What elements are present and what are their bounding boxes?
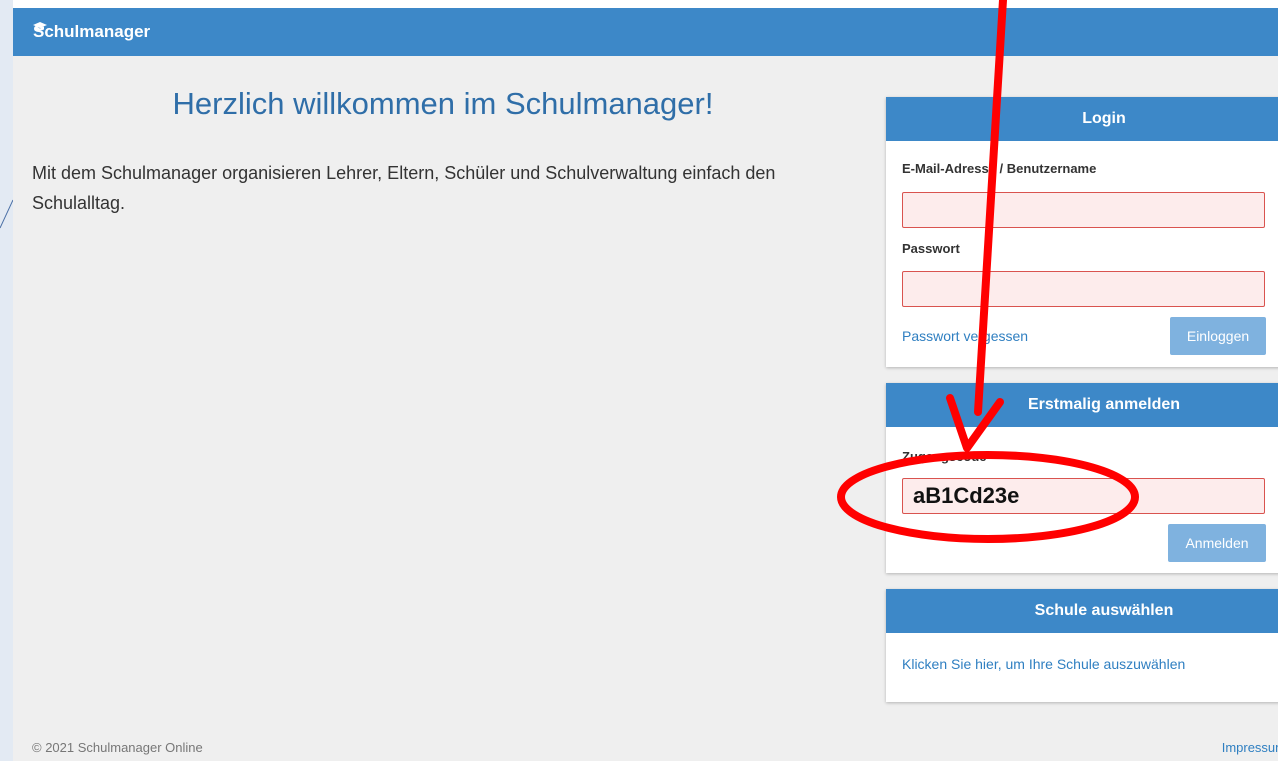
page-title: Herzlich willkommen im Schulmanager! xyxy=(172,86,714,121)
login-button[interactable]: Einloggen xyxy=(1170,317,1266,355)
brand-logo[interactable]: Schulmanager xyxy=(33,20,150,44)
welcome-text: Mit dem Schulmanager organisieren Lehrer… xyxy=(32,163,776,213)
app-window: Schulmanager Herzlich willkommen im Schu… xyxy=(13,8,1278,761)
left-strip xyxy=(0,0,13,761)
select-school-link[interactable]: Klicken Sie hier, um Ihre Schule auszuwä… xyxy=(902,656,1185,672)
access-code-label: Zugangscode xyxy=(902,449,987,464)
login-panel-header: Login xyxy=(886,97,1278,141)
school-select-panel-header: Schule auswählen xyxy=(886,589,1278,633)
navbar: Schulmanager xyxy=(13,8,1278,56)
decorative-line xyxy=(0,199,13,229)
first-login-panel-header: Erstmalig anmelden xyxy=(886,383,1278,427)
password-field[interactable] xyxy=(902,271,1265,307)
school-select-panel: Schule auswählen Klicken Sie hier, um Ih… xyxy=(886,589,1278,702)
graduation-cap-icon xyxy=(33,15,47,39)
brand-name: Schulmanager xyxy=(33,22,151,41)
imprint-link[interactable]: Impressum xyxy=(1222,740,1278,755)
register-button[interactable]: Anmelden xyxy=(1168,524,1266,562)
email-label: E-Mail-Adresse / Benutzername xyxy=(902,161,1097,176)
access-code-field[interactable] xyxy=(902,478,1265,514)
forgot-password-link[interactable]: Passwort vergessen xyxy=(902,328,1028,344)
login-panel: Login E-Mail-Adresse / Benutzername Pass… xyxy=(886,97,1278,367)
copyright-text: © 2021 Schulmanager Online xyxy=(32,740,203,755)
email-field[interactable] xyxy=(902,192,1265,228)
password-label: Passwort xyxy=(902,241,960,256)
first-login-panel: Erstmalig anmelden Zugangscode Anmelden xyxy=(886,383,1278,573)
